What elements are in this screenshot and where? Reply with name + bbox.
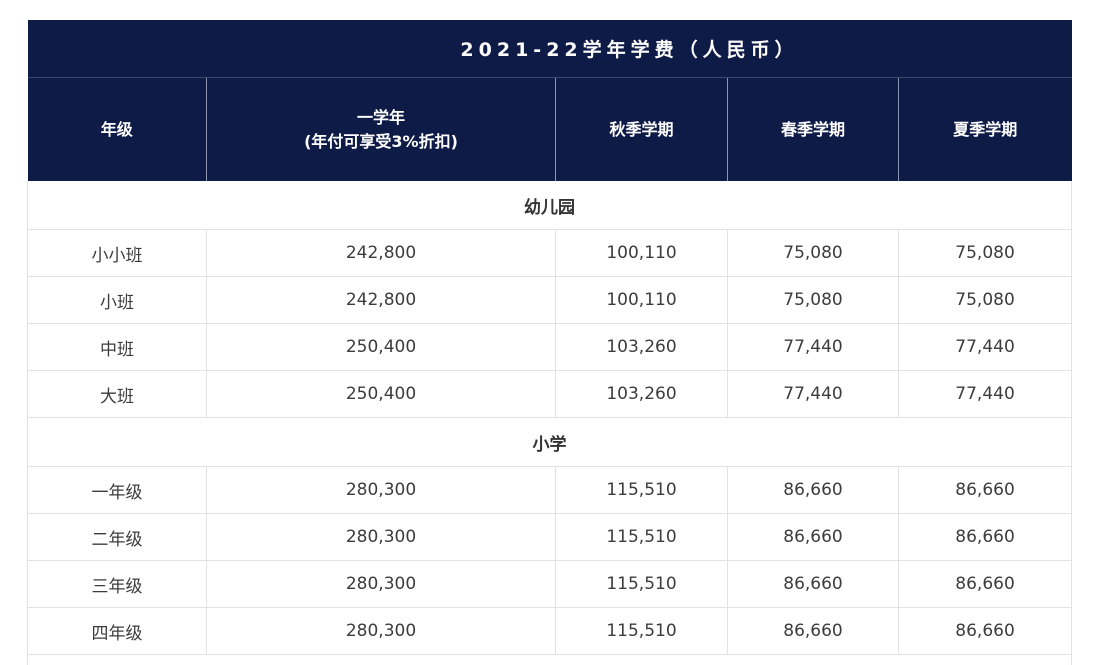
cell-summer: 86,660 — [899, 608, 1072, 655]
cell-spring: 75,080 — [728, 277, 899, 324]
cell-spring: 86,660 — [728, 561, 899, 608]
cell-full-year: 250,400 — [207, 371, 556, 418]
cell-grade: 二年级 — [28, 514, 207, 561]
cell-grade: 一年级 — [28, 467, 207, 514]
cell-summer: 75,080 — [899, 277, 1072, 324]
cell-grade: 中班 — [28, 324, 207, 371]
cell-grade: 三年级 — [28, 561, 207, 608]
cell-full-year: 280,300 — [207, 608, 556, 655]
cell-autumn: 115,510 — [556, 561, 728, 608]
table-row: 小小班 242,800 100,110 75,080 75,080 — [28, 230, 1072, 277]
cell-grade: 大班 — [28, 371, 207, 418]
cell-summer: 77,440 — [899, 324, 1072, 371]
table-header-row: 年级 一学年 (年付可享受3%折扣) 秋季学期 春季学期 夏季学期 — [28, 78, 1072, 182]
cell-autumn: 103,260 — [556, 324, 728, 371]
table-row: 一年级 280,300 115,510 86,660 86,660 — [28, 467, 1072, 514]
cell-spring: 75,080 — [728, 230, 899, 277]
table-title-text: 2021-22学年学费（人民币） — [300, 39, 798, 61]
cell-summer: 86,660 — [899, 514, 1072, 561]
cell-autumn: 115,510 — [556, 608, 728, 655]
header-autumn: 秋季学期 — [556, 78, 728, 182]
header-grade: 年级 — [28, 78, 207, 182]
cell-spring: 86,660 — [728, 514, 899, 561]
cell-grade: 四年级 — [28, 608, 207, 655]
table-body: 幼儿园 小小班 242,800 100,110 75,080 75,080 小班… — [28, 181, 1072, 665]
cell-full-year: 242,800 — [207, 230, 556, 277]
cell-full-year: 242,800 — [207, 277, 556, 324]
cell-grade: 小班 — [28, 277, 207, 324]
cell-spring: 77,440 — [728, 371, 899, 418]
header-spring: 春季学期 — [728, 78, 899, 182]
cutoff-cell — [28, 655, 1072, 665]
cell-summer: 77,440 — [899, 371, 1072, 418]
cell-autumn: 115,510 — [556, 514, 728, 561]
table-row: 中班 250,400 103,260 77,440 77,440 — [28, 324, 1072, 371]
cell-autumn: 115,510 — [556, 467, 728, 514]
table-title: 2021-22学年学费（人民币） — [28, 20, 1072, 78]
cell-spring: 86,660 — [728, 467, 899, 514]
cell-spring: 86,660 — [728, 608, 899, 655]
cell-spring: 77,440 — [728, 324, 899, 371]
table-row: 小班 242,800 100,110 75,080 75,080 — [28, 277, 1072, 324]
cell-summer: 86,660 — [899, 467, 1072, 514]
section-label: 小学 — [28, 418, 1072, 467]
cell-grade: 小小班 — [28, 230, 207, 277]
cell-autumn: 100,110 — [556, 230, 728, 277]
table-row: 四年级 280,300 115,510 86,660 86,660 — [28, 608, 1072, 655]
table-title-row: 2021-22学年学费（人民币） — [28, 20, 1072, 78]
header-full-year: 一学年 (年付可享受3%折扣) — [207, 78, 556, 182]
table-row: 二年级 280,300 115,510 86,660 86,660 — [28, 514, 1072, 561]
section-label: 幼儿园 — [28, 181, 1072, 230]
table-row: 三年级 280,300 115,510 86,660 86,660 — [28, 561, 1072, 608]
cell-full-year: 250,400 — [207, 324, 556, 371]
section-row-kindergarten: 幼儿园 — [28, 181, 1072, 230]
cell-summer: 86,660 — [899, 561, 1072, 608]
tuition-table: 2021-22学年学费（人民币） 年级 一学年 (年付可享受3%折扣) 秋季学期… — [27, 20, 1072, 665]
section-row-primary: 小学 — [28, 418, 1072, 467]
cell-summer: 75,080 — [899, 230, 1072, 277]
header-full-year-discount: (年付可享受3%折扣) — [207, 130, 555, 154]
header-summer: 夏季学期 — [899, 78, 1072, 182]
cell-autumn: 103,260 — [556, 371, 728, 418]
header-full-year-label: 一学年 — [207, 106, 555, 130]
tuition-table-container: 2021-22学年学费（人民币） 年级 一学年 (年付可享受3%折扣) 秋季学期… — [27, 20, 1071, 665]
cell-full-year: 280,300 — [207, 467, 556, 514]
table-row: 大班 250,400 103,260 77,440 77,440 — [28, 371, 1072, 418]
cell-full-year: 280,300 — [207, 561, 556, 608]
cell-full-year: 280,300 — [207, 514, 556, 561]
table-row-cutoff — [28, 655, 1072, 665]
cell-autumn: 100,110 — [556, 277, 728, 324]
